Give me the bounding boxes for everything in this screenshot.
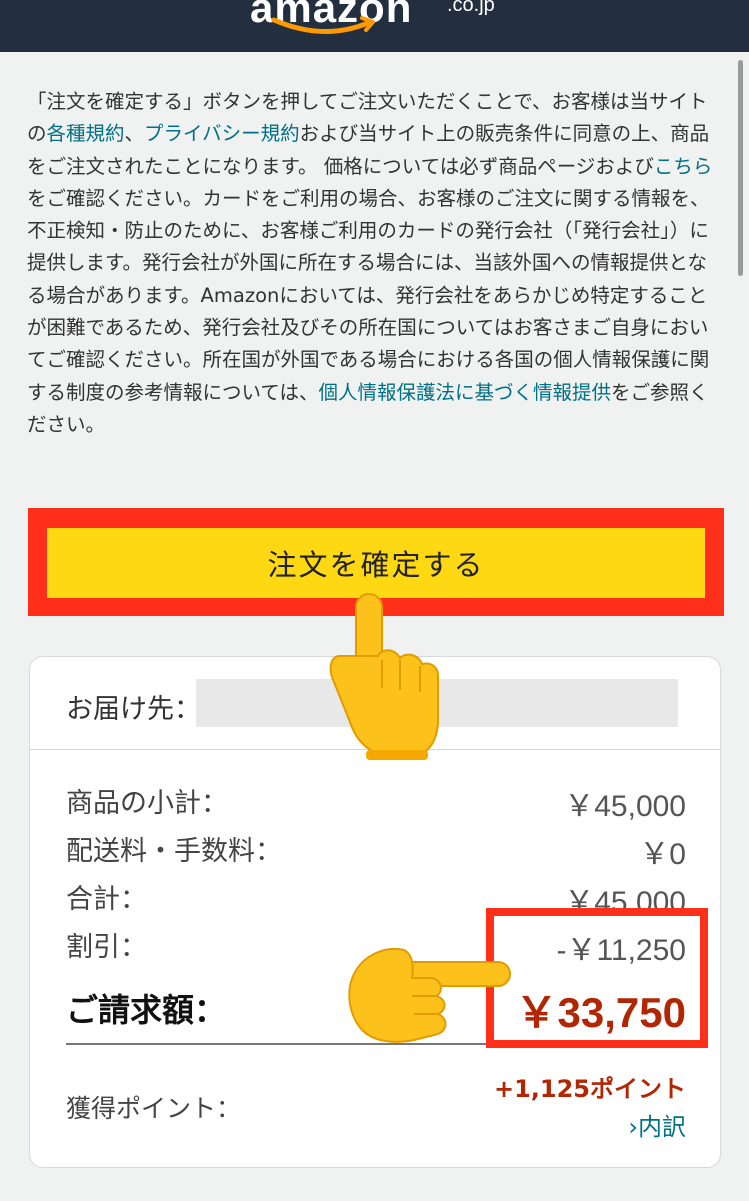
privacy-link[interactable]: プライバシー規約 — [144, 122, 300, 145]
shipping-label: 配送料・手数料： — [66, 836, 282, 867]
here-link[interactable]: こちら — [654, 155, 713, 178]
sum-label: 合計： — [66, 884, 147, 915]
amazon-smile-icon — [271, 16, 375, 35]
order-notice: 「注文を確定する」ボタンを押してご注文いただくことで、お客様は当サイトの各種規約… — [27, 86, 723, 441]
delivery-label: お届け先： — [66, 694, 201, 725]
total-highlight-frame — [486, 908, 708, 1048]
logo-domain: .co.jp — [447, 0, 495, 16]
shipping-row: 配送料・手数料： ￥0 — [66, 829, 686, 873]
points-breakdown-link[interactable]: ›内訳 — [628, 1107, 686, 1142]
discount-label: 割引： — [66, 932, 147, 963]
scrollbar[interactable] — [738, 60, 743, 276]
chevron-right-icon: › — [628, 1113, 638, 1141]
subtotal-row: 商品の小計： ￥45,000 — [66, 781, 686, 825]
pointing-right-hand-icon — [348, 948, 511, 1043]
terms-link[interactable]: 各種規約 — [47, 122, 125, 145]
subtotal-value: ￥45,000 — [564, 790, 686, 823]
breakdown-label: 内訳 — [638, 1113, 686, 1141]
points-value: +1,125ポイント — [493, 1075, 686, 1103]
notice-separator: 、 — [124, 122, 145, 146]
subtotal-label: 商品の小計： — [66, 788, 228, 819]
place-order-button[interactable]: 注文を確定する — [47, 528, 705, 598]
header-bar: amazon .co.jp — [0, 0, 749, 52]
order-total-label: ご請求額： — [66, 991, 227, 1029]
points-label: 獲得ポイント： — [66, 1094, 242, 1123]
shipping-value: ￥0 — [639, 838, 686, 871]
pointing-up-hand-icon — [329, 593, 439, 760]
privacy-law-link[interactable]: 個人情報保護法に基づく情報提供 — [319, 381, 612, 404]
notice-text: をご確認ください。カードをご利用の場合、お客様のご注文に関する情報を、不正検知・… — [27, 186, 710, 404]
